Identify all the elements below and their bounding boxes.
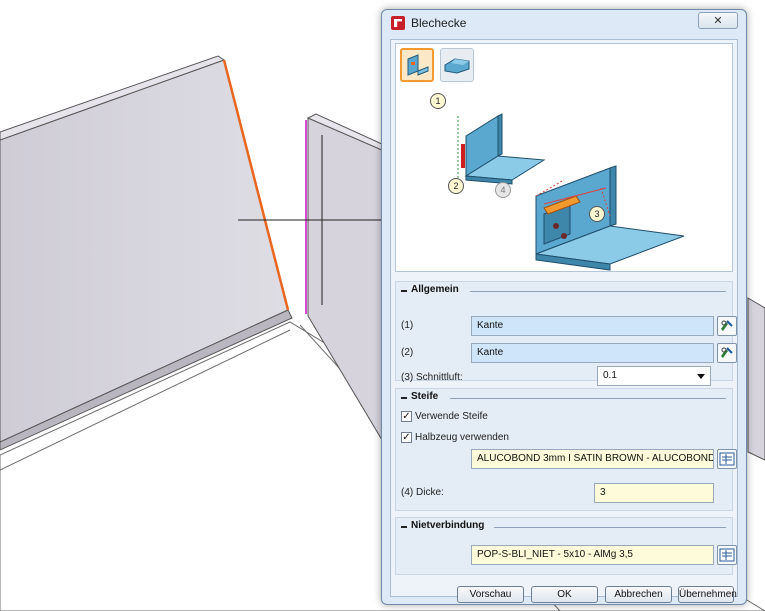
divider: [470, 291, 726, 292]
material-list-button[interactable]: [717, 449, 737, 469]
gap-dropdown[interactable]: 0.1: [597, 366, 711, 386]
marker-3: 3: [589, 206, 605, 222]
section-title: Allgemein: [411, 284, 459, 295]
pick-edge2-button[interactable]: [717, 343, 737, 363]
section-title: Steife: [411, 391, 439, 402]
divider: [450, 398, 726, 399]
dialog-title: Blechecke: [411, 16, 467, 30]
section-header[interactable]: Steife: [396, 389, 732, 407]
apply-button[interactable]: Übernehmen: [678, 586, 737, 603]
use-semi-finished-label: Halbzeug verwenden: [415, 432, 509, 443]
collapse-icon[interactable]: [401, 526, 407, 528]
app-logo-icon: [391, 16, 405, 30]
section-header[interactable]: Allgemein: [396, 282, 732, 300]
marker-4: 4: [495, 182, 511, 198]
preview-button[interactable]: Vorschau: [457, 586, 524, 603]
pick-edge-icon: [721, 347, 733, 358]
gap-value: 0.1: [603, 370, 617, 381]
catalog-icon: [719, 548, 735, 562]
cancel-button[interactable]: Abbrechen: [605, 586, 672, 603]
use-stiffener-label: Verwende Steife: [415, 411, 488, 422]
illustration-panel: 1 2 3 4: [395, 43, 733, 272]
chevron-down-icon: [697, 374, 705, 379]
material-field[interactable]: ALUCOBOND 3mm I SATIN BROWN - ALUCOBOND: [471, 449, 714, 469]
pick-edge-icon: [721, 320, 733, 331]
edge2-label: (2): [401, 347, 414, 358]
ok-button[interactable]: OK: [531, 586, 598, 603]
collapse-icon[interactable]: [401, 397, 407, 399]
section-header[interactable]: Nietverbindung: [396, 518, 732, 536]
rivet-field[interactable]: POP-S-BLI_NIET - 5x10 - AlMg 3,5: [471, 545, 714, 565]
marker-1: 1: [430, 93, 446, 109]
corner-illustration: [457, 113, 685, 271]
pick-edge1-button[interactable]: [717, 316, 737, 336]
edge2-field[interactable]: Kante: [471, 343, 714, 363]
thickness-label: (4) Dicke:: [401, 487, 444, 498]
rivet-list-button[interactable]: [717, 545, 737, 565]
use-semi-finished-checkbox[interactable]: ✓: [401, 432, 412, 443]
edge1-field[interactable]: Kante: [471, 316, 714, 336]
dialog-body: 1 2 3 4 Allgemein (1) Kante (2) Kante (3…: [390, 39, 738, 603]
section-nietverbindung: Nietverbindung POP-S-BLI_NIET - 5x10 - A…: [395, 517, 737, 575]
section-steife: Steife ✓ Verwende Steife ✓ Halbzeug verw…: [395, 388, 737, 511]
section-title: Nietverbindung: [411, 520, 485, 531]
blechecke-dialog: Blechecke ✕ 1 2 3 4 Allgemein (1) Kante …: [381, 9, 747, 605]
catalog-icon: [719, 452, 735, 466]
collapse-icon[interactable]: [401, 290, 407, 292]
thickness-field[interactable]: 3: [594, 483, 714, 503]
close-button[interactable]: ✕: [698, 12, 738, 29]
marker-2: 2: [448, 178, 464, 194]
divider: [494, 527, 726, 528]
background-sheet: [747, 297, 765, 461]
use-stiffener-checkbox[interactable]: ✓: [401, 411, 412, 422]
title-bar[interactable]: Blechecke ✕: [382, 10, 746, 36]
gap-label: (3) Schnittluft:: [401, 372, 463, 383]
edge1-label: (1): [401, 320, 414, 331]
